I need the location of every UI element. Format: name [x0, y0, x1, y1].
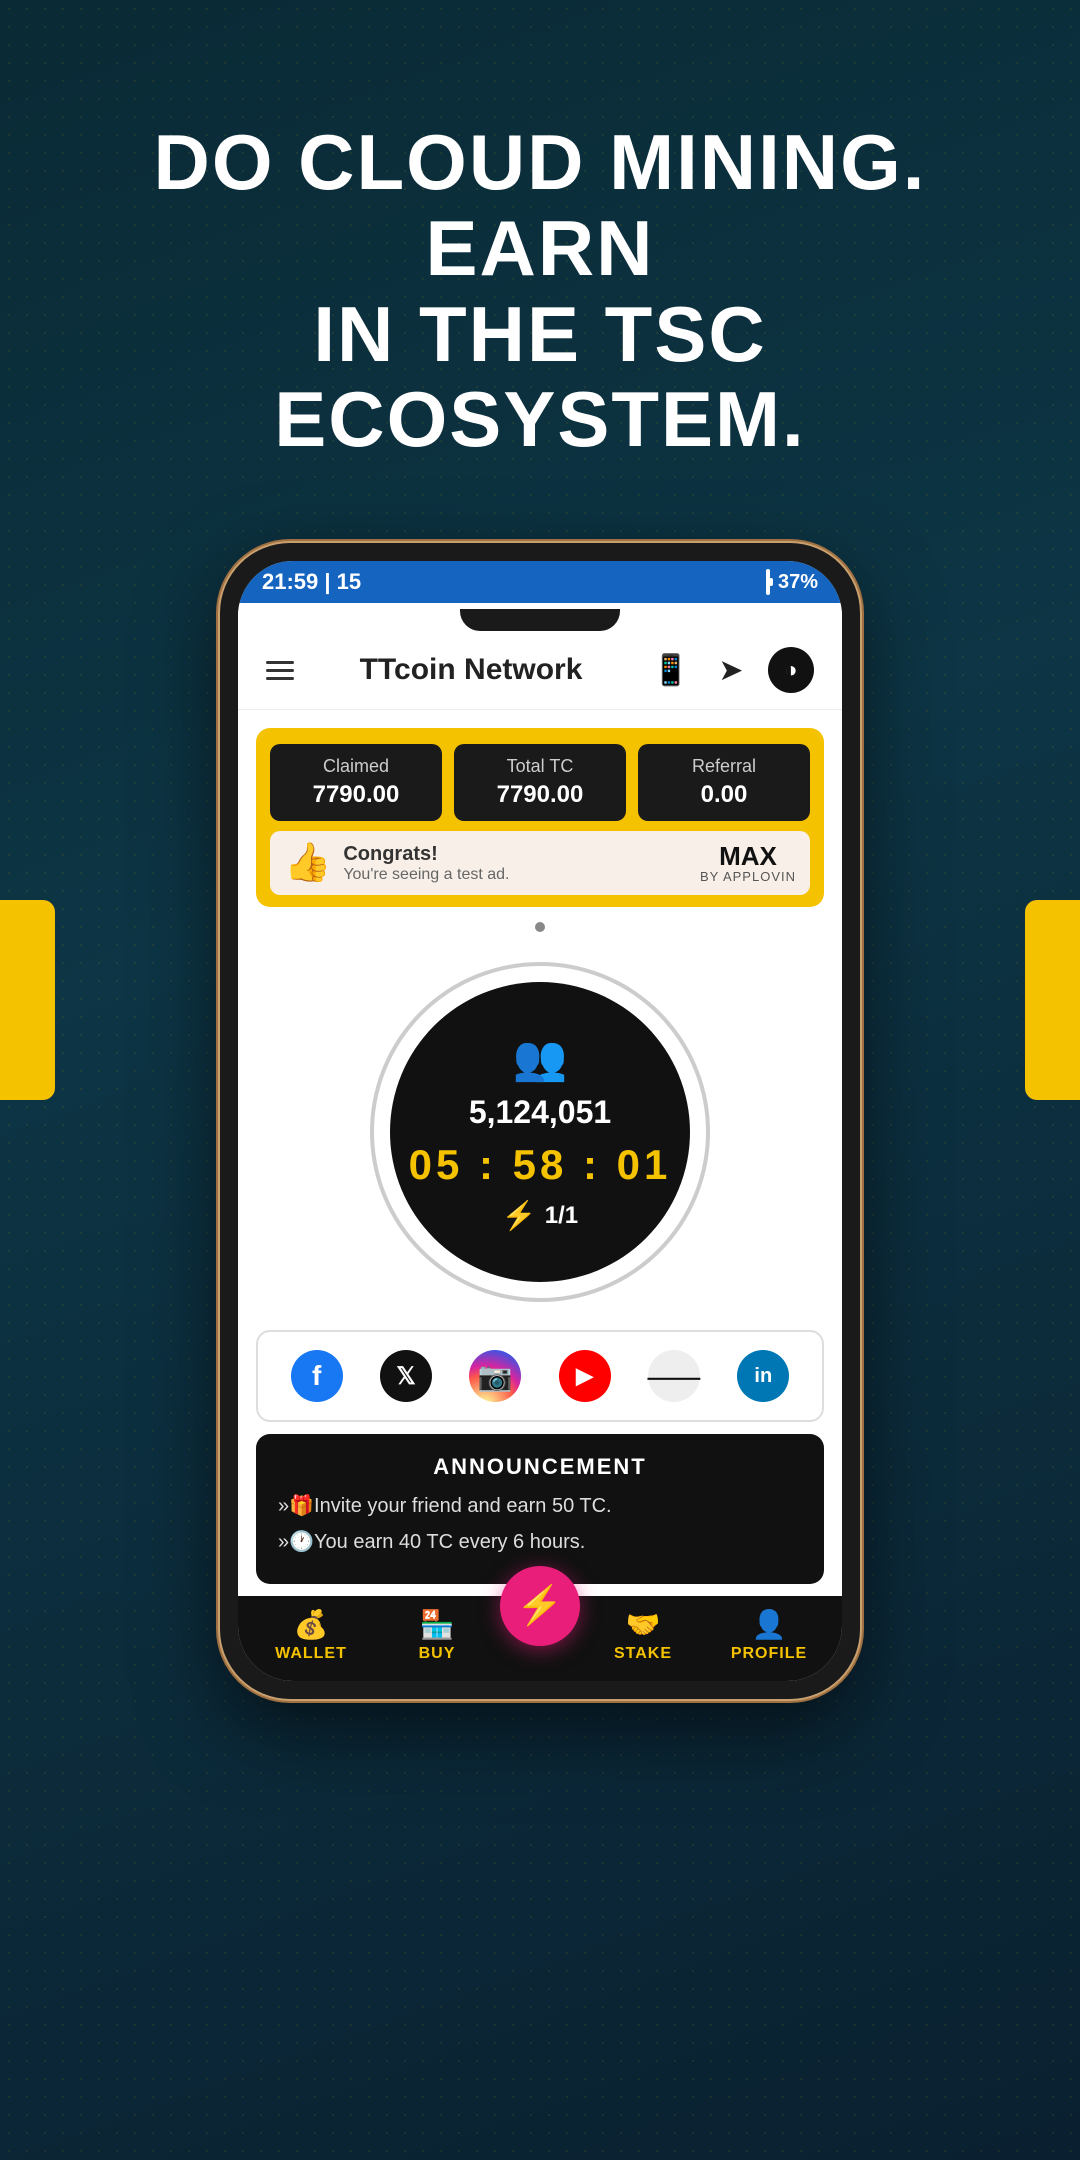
user-group-icon: 👥: [513, 1032, 568, 1084]
ad-brand-sub: BY APPLOVIN: [700, 869, 796, 884]
nav-center-button[interactable]: ⚡: [500, 1566, 580, 1646]
ad-subtitle: You're seeing a test ad.: [343, 866, 688, 884]
announcement-item-2: »🕐You earn 40 TC every 6 hours.: [278, 1528, 802, 1556]
dot-indicator: [535, 922, 545, 932]
profile-label: PROFILE: [731, 1645, 807, 1663]
referral-value: 0.00: [646, 781, 802, 809]
mining-timer: 05 : 58 : 01: [409, 1141, 672, 1189]
boost-value: 1/1: [545, 1202, 578, 1230]
social-row: f 𝕏 📷 ▶ ⸻ in: [256, 1330, 824, 1422]
stake-label: STAKE: [614, 1645, 672, 1663]
side-tab-left: [0, 900, 55, 1100]
status-time: 21:59 | 15: [262, 569, 361, 595]
app-title: TTcoin Network: [360, 653, 583, 687]
stake-icon: 🤝: [626, 1608, 661, 1641]
battery-icon: [766, 571, 770, 594]
phone-screen: 21:59 | 15 37%: [238, 561, 842, 1681]
menu-line2: [266, 669, 294, 672]
buy-icon: 🏪: [420, 1608, 455, 1641]
wallet-label: WALLET: [275, 1645, 347, 1663]
wallet-icon: 💰: [294, 1608, 329, 1641]
side-tab-right: [1025, 900, 1080, 1100]
claimed-value: 7790.00: [278, 781, 434, 809]
medium-button[interactable]: ⸻: [648, 1350, 700, 1402]
hero-line2: IN THE TSC ECOSYSTEM.: [60, 292, 1020, 464]
facebook-button[interactable]: f: [291, 1350, 343, 1402]
ad-text-area: Congrats! You're seeing a test ad.: [343, 843, 688, 884]
ad-max: MAX: [700, 843, 796, 869]
bottom-nav: 💰 WALLET 🏪 BUY 🤝 STAKE 👤 PROFILE: [238, 1596, 842, 1681]
notch: [460, 609, 620, 631]
ad-icon: 👍: [284, 841, 331, 885]
ad-banner[interactable]: 👍 Congrats! You're seeing a test ad. MAX…: [270, 831, 810, 895]
nav-buy[interactable]: 🏪 BUY: [374, 1608, 500, 1663]
stats-bar: Claimed 7790.00 Total TC 7790.00 Referra…: [256, 728, 824, 907]
linkedin-button[interactable]: in: [737, 1350, 789, 1402]
status-right: 37%: [766, 571, 818, 594]
nav-wallet[interactable]: 💰 WALLET: [248, 1608, 374, 1663]
mining-circle-outer[interactable]: 👥 5,124,051 05 : 58 : 01 ⚡ 1/1: [370, 962, 710, 1302]
boost-row: ⚡ 1/1: [502, 1199, 578, 1232]
header-icons: 📱 ➤ ◑: [648, 647, 814, 693]
buy-label: BUY: [419, 1645, 456, 1663]
nav-stake[interactable]: 🤝 STAKE: [580, 1608, 706, 1663]
announcement: ANNOUNCEMENT »🎁Invite your friend and ea…: [256, 1434, 824, 1584]
nav-profile[interactable]: 👤 PROFILE: [706, 1608, 832, 1663]
menu-line1: [266, 661, 294, 664]
mining-section: 👥 5,124,051 05 : 58 : 01 ⚡ 1/1: [238, 942, 842, 1312]
slider-dot: [238, 919, 842, 937]
hero-text: DO CLOUD MINING. EARN IN THE TSC ECOSYST…: [0, 120, 1080, 463]
phone-wrapper: 21:59 | 15 37%: [220, 543, 860, 1699]
page-wrapper: DO CLOUD MINING. EARN IN THE TSC ECOSYST…: [0, 0, 1080, 2160]
x-button[interactable]: 𝕏: [380, 1350, 432, 1402]
menu-line3: [266, 677, 294, 680]
hero-line1: DO CLOUD MINING. EARN: [60, 120, 1020, 292]
status-bar: 21:59 | 15 37%: [238, 561, 842, 603]
instagram-button[interactable]: 📷: [469, 1350, 521, 1402]
announcement-item-1: »🎁Invite your friend and earn 50 TC.: [278, 1492, 802, 1520]
ad-congrats: Congrats!: [343, 843, 688, 866]
referral-label: Referral: [646, 756, 802, 777]
phone-frame: 21:59 | 15 37%: [220, 543, 860, 1699]
notch-row: [238, 603, 842, 631]
battery-percent: 37%: [778, 571, 818, 594]
claimed-stat: Claimed 7790.00: [270, 744, 442, 821]
bolt-icon: ⚡: [502, 1199, 537, 1232]
whatsapp-button[interactable]: 📱: [648, 647, 694, 693]
user-count: 5,124,051: [469, 1094, 611, 1131]
claimed-label: Claimed: [278, 756, 434, 777]
menu-button[interactable]: [266, 661, 294, 680]
menu-extra-button[interactable]: ◑: [768, 647, 814, 693]
referral-stat: Referral 0.00: [638, 744, 810, 821]
announcement-title: ANNOUNCEMENT: [278, 1454, 802, 1480]
ad-brand-area: MAX BY APPLOVIN: [700, 843, 796, 884]
battery-body: [766, 569, 770, 595]
youtube-button[interactable]: ▶: [559, 1350, 611, 1402]
telegram-button[interactable]: ➤: [708, 647, 754, 693]
profile-icon: 👤: [752, 1608, 787, 1641]
total-tc-label: Total TC: [462, 756, 618, 777]
total-tc-stat: Total TC 7790.00: [454, 744, 626, 821]
mining-circle-inner: 👥 5,124,051 05 : 58 : 01 ⚡ 1/1: [390, 982, 690, 1282]
stats-row: Claimed 7790.00 Total TC 7790.00 Referra…: [270, 744, 810, 821]
app-header: TTcoin Network 📱 ➤ ◑: [238, 631, 842, 710]
total-tc-value: 7790.00: [462, 781, 618, 809]
